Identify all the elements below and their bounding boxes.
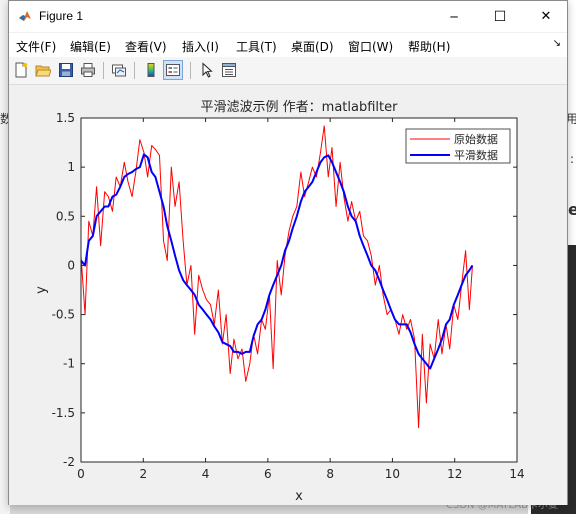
y-tick-label: 1.5: [56, 111, 75, 125]
legend[interactable]: 原始数据 平滑数据: [405, 128, 511, 164]
new-figure-button[interactable]: [11, 60, 31, 80]
link-plot-button[interactable]: [109, 60, 129, 80]
y-tick-label: 0.5: [56, 209, 75, 223]
y-tick-label: -1: [63, 357, 75, 371]
insert-colorbar-icon: [147, 63, 155, 77]
maximize-icon: ☐: [493, 8, 507, 25]
x-tick-label: 8: [326, 467, 334, 481]
toolbar-separator: [103, 62, 104, 79]
open-file-button[interactable]: [33, 60, 53, 80]
plot-title: 平滑滤波示例 作者：matlabfilter: [201, 100, 399, 115]
close-button[interactable]: ✕: [523, 1, 569, 32]
background-fragment-3: e: [568, 200, 576, 219]
x-tick-label: 10: [385, 467, 400, 481]
matlab-logo-icon: [19, 11, 31, 21]
menu-bar: 文件(F) 编辑(E) 查看(V) 插入(I) 工具(T) 桌面(D) 窗口(W…: [9, 33, 567, 57]
open-file-icon: [35, 65, 51, 77]
x-tick-label: 14: [509, 467, 524, 481]
menu-overflow-icon[interactable]: ↘: [553, 38, 561, 49]
toolbar: [9, 57, 567, 85]
minimize-icon: ─: [450, 9, 458, 24]
legend-label-smooth: 平滑数据: [454, 148, 498, 162]
insert-legend-button[interactable]: [163, 60, 183, 80]
menu-tools[interactable]: 工具(T): [236, 38, 277, 55]
link-plot-icon: [112, 64, 126, 77]
y-tick-label: -1.5: [52, 406, 75, 420]
edit-plot-button[interactable]: [197, 60, 217, 80]
menu-window[interactable]: 窗口(W): [348, 38, 393, 55]
menu-file[interactable]: 文件(F): [16, 38, 56, 55]
x-axis-label: x: [295, 489, 303, 504]
save-icon: [59, 63, 73, 77]
toolbar-separator: [134, 62, 135, 79]
background-fragment-2: :: [570, 152, 575, 166]
minimize-button[interactable]: ─: [431, 1, 477, 32]
window-title: Figure 1: [39, 9, 84, 23]
x-tick-label: 12: [447, 467, 462, 481]
figure-canvas[interactable]: 0 2 4 6 8 10 12 14 1.5 1 0.5 0 -0.5 -1 -1.5 -2 平滑滤波示例 作…: [9, 85, 567, 505]
y-tick-label: 0: [67, 258, 75, 272]
y-tick-label: -2: [63, 455, 75, 469]
x-tick-label: 4: [202, 467, 210, 481]
title-bar[interactable]: Figure 1 ─ ☐ ✕: [9, 1, 567, 32]
new-figure-icon: [15, 62, 28, 78]
close-icon: ✕: [540, 9, 552, 24]
print-button[interactable]: [78, 60, 98, 80]
maximize-button[interactable]: ☐: [477, 1, 523, 32]
y-tick-label: 1: [67, 160, 75, 174]
menu-edit[interactable]: 编辑(E): [70, 38, 111, 55]
plot-svg[interactable]: 0 2 4 6 8 10 12 14 1.5 1 0.5 0 -0.5 -1 -1.5 -2 平滑滤波示例 作…: [9, 85, 567, 505]
y-axis-label: y: [34, 286, 49, 294]
y-tick-label: -0.5: [52, 308, 75, 322]
print-icon: [81, 63, 95, 77]
menu-desktop[interactable]: 桌面(D): [291, 38, 334, 55]
edit-plot-icon: [202, 62, 213, 78]
x-tick-label: 6: [264, 467, 272, 481]
insert-legend-icon: [166, 64, 180, 76]
menu-help[interactable]: 帮助(H): [408, 38, 450, 55]
insert-colorbar-button[interactable]: [141, 60, 161, 80]
legend-label-raw: 原始数据: [454, 132, 498, 146]
save-button[interactable]: [56, 60, 76, 80]
figure-window: Figure 1 ─ ☐ ✕ 文件(F) 编辑(E) 查看(V) 插入(I) 工…: [8, 0, 568, 505]
property-inspector-icon: [222, 63, 236, 77]
property-inspector-button[interactable]: [219, 60, 239, 80]
menu-view[interactable]: 查看(V): [125, 38, 167, 55]
toolbar-separator: [190, 62, 191, 79]
x-tick-label: 0: [77, 467, 85, 481]
x-tick-label: 2: [139, 467, 147, 481]
menu-insert[interactable]: 插入(I): [182, 38, 219, 55]
